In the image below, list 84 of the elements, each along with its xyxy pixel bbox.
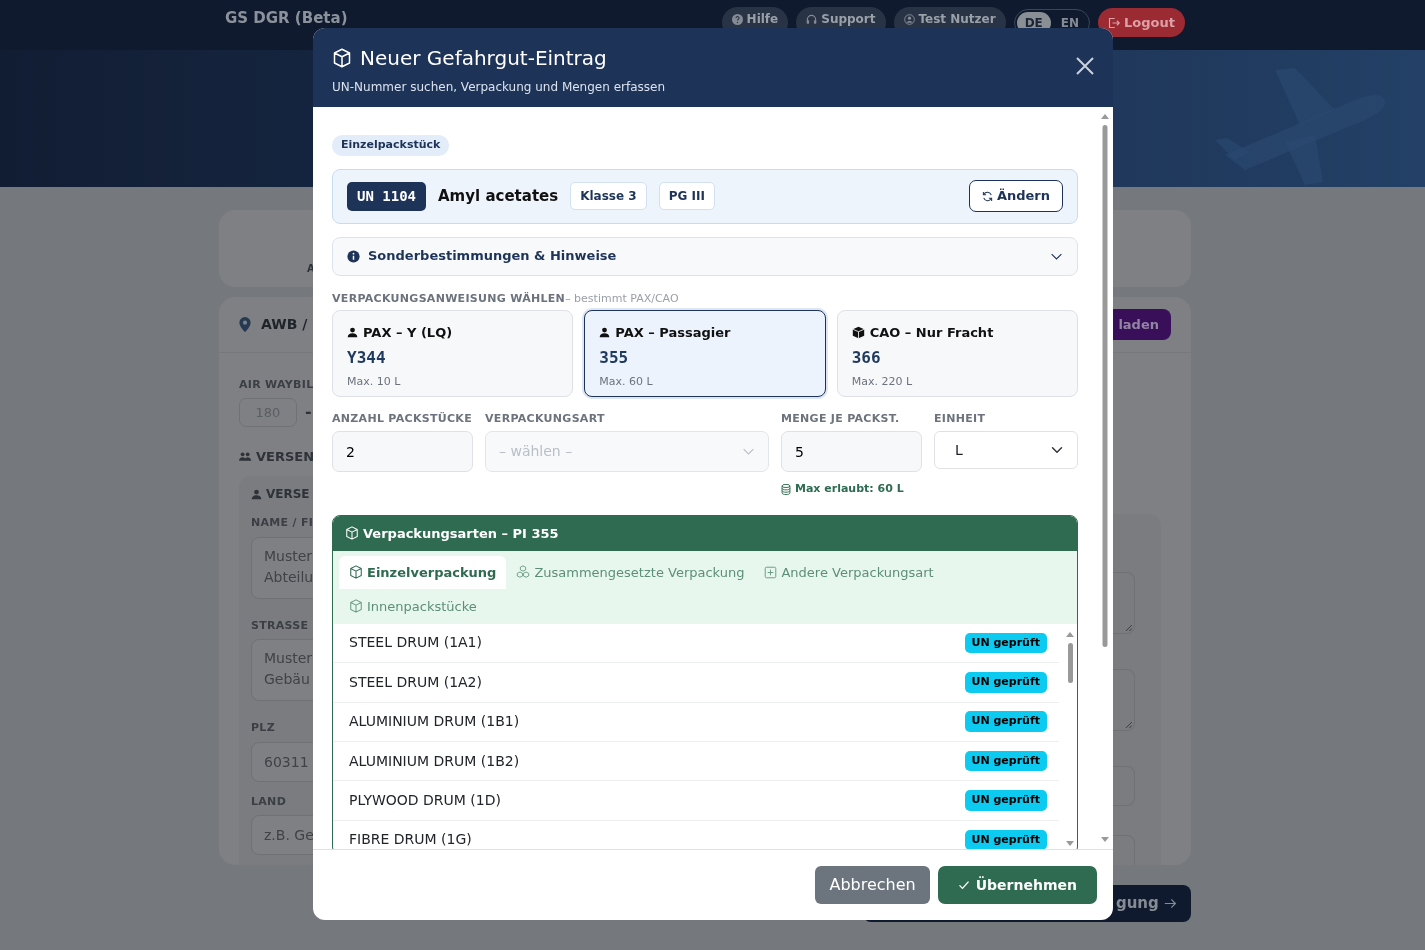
class-tag: PG III xyxy=(658,182,715,210)
cube-icon xyxy=(332,48,352,68)
limit-hint: Max erlaubt: 60 L xyxy=(781,481,904,498)
resize-handle-icon xyxy=(1125,624,1132,631)
change-button[interactable]: Ändern xyxy=(968,180,1063,212)
option-title: PAX – Passagier xyxy=(615,323,731,342)
person-icon xyxy=(599,326,611,338)
cubes-icon xyxy=(516,565,531,580)
plus-square-icon xyxy=(764,565,778,579)
database-icon xyxy=(781,483,791,495)
text-field[interactable]: 5 xyxy=(781,431,922,472)
help-icon xyxy=(731,13,743,25)
field-label: PLZ xyxy=(251,720,276,736)
info-icon xyxy=(347,249,360,263)
resize-handle-icon xyxy=(1125,721,1132,728)
status-badge: UN geprüft xyxy=(964,750,1047,772)
modal-subtitle: UN-Nummer suchen, Verpackung und Mengen erfassen xyxy=(332,79,667,96)
status-badge: UN geprüft xyxy=(964,790,1047,811)
option-limit: Max. 10 L xyxy=(347,374,402,390)
people-icon xyxy=(239,450,252,462)
logout-button[interactable]: Logout xyxy=(1098,7,1185,38)
text-field[interactable]: 2 xyxy=(332,431,473,472)
notes-accordion[interactable]: Sonderbestimmungen & Hinweise xyxy=(332,236,1078,276)
option-title: CAO – Nur Fracht xyxy=(869,323,994,342)
field-label: LAND xyxy=(251,793,288,810)
status-badge: UN geprüft xyxy=(964,711,1047,732)
list-item[interactable]: STEEL DRUM (1A1) UN geprüft xyxy=(333,623,1059,664)
instruction-option[interactable]: PAX – Passagier 355 Max. 60 L xyxy=(584,309,826,397)
section-title: AWB / xyxy=(261,315,308,334)
list-item[interactable]: PLYWOOD DRUM (1D) UN geprüft xyxy=(333,781,1059,821)
mode-badge: Einzelpackstück xyxy=(332,135,450,156)
section-hint: – bestimmt PAX/CAO xyxy=(565,291,679,305)
box-icon xyxy=(851,325,865,339)
un-number-badge: UN 1104 xyxy=(347,181,426,211)
section-title: VERSEN xyxy=(256,447,315,466)
refresh-icon xyxy=(981,190,993,202)
check-icon xyxy=(957,879,970,891)
field-label: AIR WAYBIL xyxy=(239,377,315,393)
person-icon xyxy=(251,488,262,500)
panel-title: VERSE xyxy=(266,486,310,503)
language-option[interactable]: EN xyxy=(1052,11,1088,34)
cube-icon xyxy=(345,526,359,541)
user-circle-icon xyxy=(903,13,915,25)
option-limit: Max. 220 L xyxy=(851,374,913,390)
packaging-tab[interactable]: Einzelverpackung xyxy=(339,555,507,589)
map-pin-icon xyxy=(239,317,251,332)
field-label: MENGE JE PACKST. xyxy=(781,410,901,427)
substance-name: Amyl acetates xyxy=(438,185,559,207)
field-label: NAME / FI xyxy=(251,515,315,531)
brand-title: GS DGR (Beta) xyxy=(225,8,348,29)
list-item[interactable]: ALUMINIUM DRUM (1B2) UN geprüft xyxy=(333,741,1059,782)
separator-text: - xyxy=(305,401,312,423)
option-code: 355 xyxy=(599,347,630,369)
field-label: ANZAHL PACKSTÜCKE xyxy=(332,410,473,427)
confirm-button[interactable]: Übernehmen xyxy=(937,866,1097,904)
option-limit: Max. 60 L xyxy=(599,374,654,390)
status-badge: UN geprüft xyxy=(964,632,1047,654)
cancel-button[interactable]: Abbrechen xyxy=(815,866,930,904)
headset-icon xyxy=(806,13,818,25)
modal-title: Neuer Gefahrgut-Eintrag xyxy=(360,45,607,72)
arrow-right-icon xyxy=(1164,898,1177,910)
packaging-tab[interactable]: Andere Verpackungsart xyxy=(754,555,944,589)
close-button[interactable] xyxy=(1075,56,1095,76)
person-icon xyxy=(347,326,358,338)
logout-icon xyxy=(1108,16,1121,29)
status-badge: UN geprüft xyxy=(964,672,1047,693)
class-tag: Klasse 3 xyxy=(570,182,647,210)
panel-header: Verpackungsarten – PI 355 xyxy=(333,515,1077,551)
option-code: Y344 xyxy=(347,347,387,369)
unit-select[interactable]: L xyxy=(934,431,1078,469)
section-label: VERPACKUNGSANWEISUNG WÄHLEN xyxy=(332,291,566,305)
instruction-option[interactable]: PAX – Y (LQ) Y344 Max. 10 L xyxy=(332,309,574,397)
cube-icon xyxy=(349,565,363,580)
list-item[interactable]: STEEL DRUM (1A2) UN geprüft xyxy=(333,663,1059,703)
option-title: PAX – Y (LQ) xyxy=(363,323,453,342)
packaging-tab[interactable]: Zusammengesetzte Verpackung xyxy=(506,555,755,589)
option-code: 366 xyxy=(851,347,882,369)
list-item[interactable]: ALUMINIUM DRUM (1B1) UN geprüft xyxy=(333,702,1059,742)
field-label: VERPACKUNGSART xyxy=(485,410,606,427)
field-label: EINHEIT xyxy=(934,410,987,427)
instruction-option[interactable]: CAO – Nur Fracht 366 Max. 220 L xyxy=(836,309,1078,397)
status-badge: UN geprüft xyxy=(964,829,1047,849)
field-label: STRASSE xyxy=(251,617,310,634)
cube-icon xyxy=(349,599,363,614)
